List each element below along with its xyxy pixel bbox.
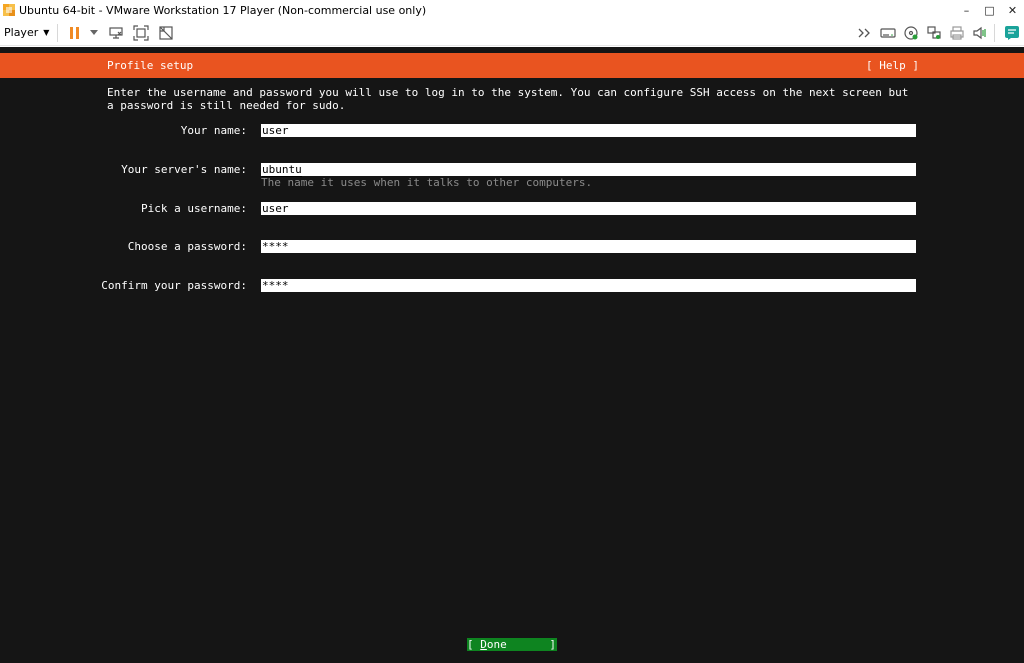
sound-icon[interactable] [969,22,991,44]
your-name-label: Your name: [180,124,247,137]
done-label-rest: one [486,638,507,651]
player-toolbar: Player ▼ [0,20,1024,46]
more-icon[interactable] [854,22,876,44]
password-label: Choose a password: [127,240,247,253]
pause-icon[interactable] [64,22,86,44]
done-open-bracket: [ [467,638,481,651]
username-label: Pick a username: [141,202,247,215]
installer-header-bar: Profile setup [ Help ] [0,53,1024,78]
player-menu-label: Player [4,26,39,39]
message-log-icon[interactable] [1001,22,1023,44]
vmware-app-icon [3,4,15,16]
toolbar-divider [57,23,59,42]
chevron-down-icon: ▼ [43,28,50,37]
server-name-value: ubuntu [262,163,302,177]
send-ctrl-alt-del-icon[interactable] [105,22,127,44]
server-name-hint: The name it uses when it talks to other … [261,176,593,189]
cd-dvd-icon[interactable] [900,22,922,44]
your-name-field[interactable]: user [261,124,916,137]
confirm-password-label: Confirm your password: [101,279,247,292]
server-name-field[interactable]: ubuntu [261,163,916,177]
hard-disk-icon[interactable] [877,22,899,44]
printer-icon[interactable] [946,22,968,44]
intro-text: Enter the username and password you will… [107,86,909,112]
maximize-button[interactable]: □ [978,0,1001,20]
done-close-bracket: ] [549,638,556,651]
confirm-password-field[interactable]: **** [261,279,916,292]
network-icon[interactable] [923,22,945,44]
window-title-bar: Ubuntu 64-bit - VMware Workstation 17 Pl… [0,0,1024,20]
unity-icon[interactable] [155,22,177,44]
username-field[interactable]: user [261,202,916,215]
window-controls: – □ ✕ [955,0,1024,20]
done-hotkey: D [480,638,487,651]
server-name-label: Your server's name: [121,163,247,176]
minimize-button[interactable]: – [955,0,978,20]
fullscreen-icon[interactable] [130,22,152,44]
player-menu-button[interactable]: Player ▼ [0,20,55,46]
vm-console-screen[interactable]: Profile setup [ Help ] Enter the usernam… [0,47,1024,663]
close-button[interactable]: ✕ [1001,0,1024,20]
page-title: Profile setup [107,59,194,72]
window-title: Ubuntu 64-bit - VMware Workstation 17 Pl… [19,3,427,17]
help-button[interactable]: [ Help ] [866,59,919,72]
device-status-icons [854,20,1024,46]
toolbar-divider [994,24,995,42]
password-field[interactable]: **** [261,240,916,253]
dropdown-arrow-icon[interactable] [89,22,99,44]
done-button[interactable]: [ Done] [467,638,557,651]
